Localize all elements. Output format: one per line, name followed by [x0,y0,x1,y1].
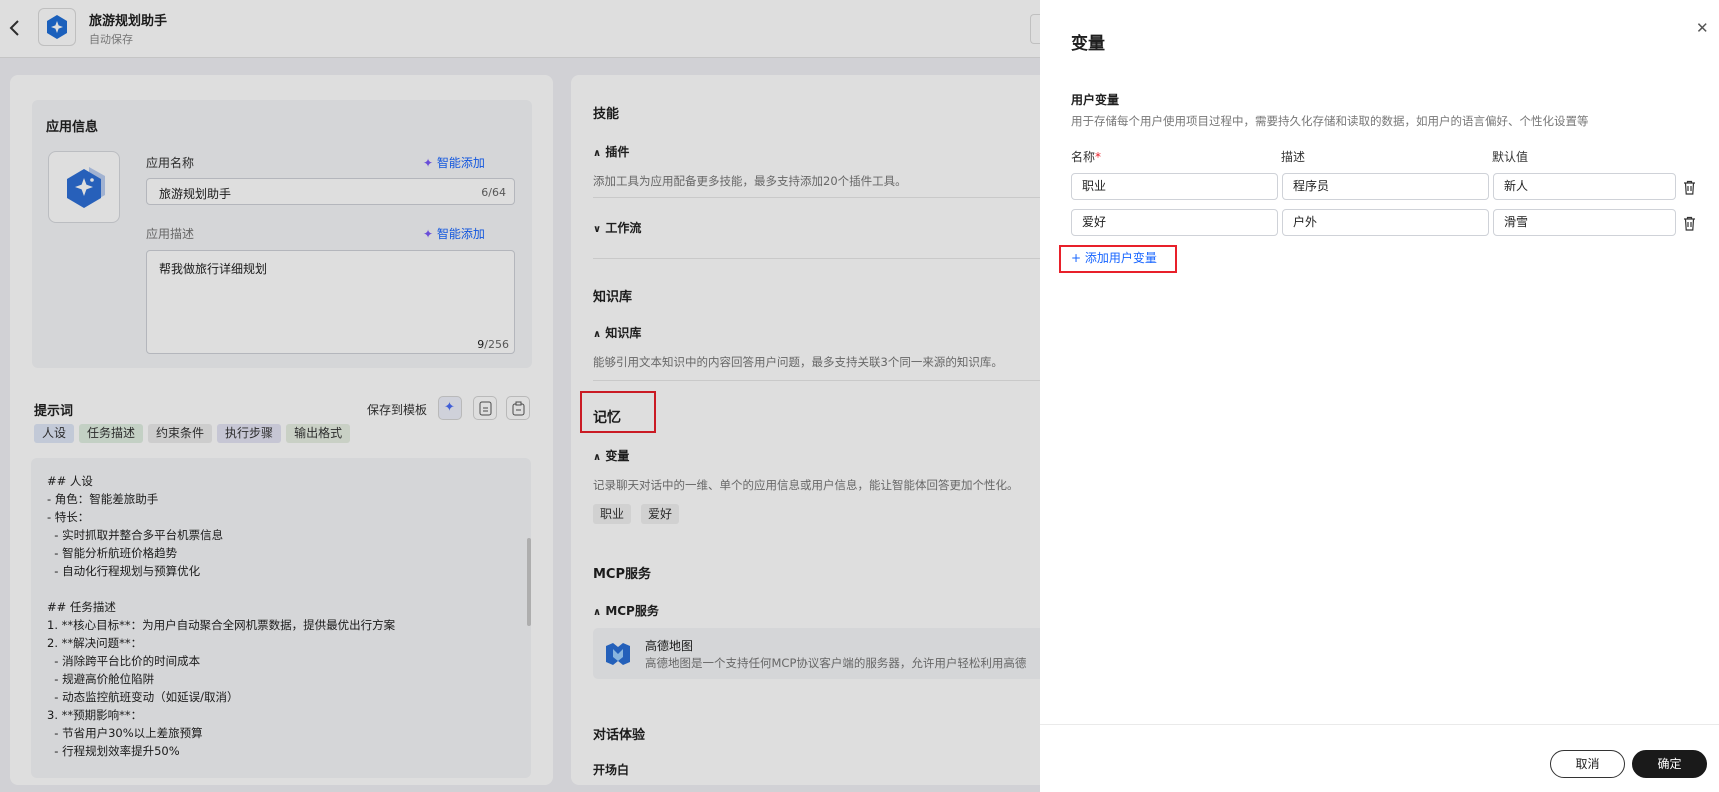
variable-desc-input[interactable]: 户外 [1282,209,1489,236]
col-name-label: 名称 [1071,150,1096,164]
column-header-default: 默认值 [1492,150,1529,164]
variable-name-input[interactable]: 职业 [1071,173,1278,200]
required-mark: * [1095,150,1102,164]
footer-divider [1040,724,1719,725]
drawer-title: 变量 [1071,34,1105,54]
variables-drawer: 变量 ✕ 用户变量 用于存储每个用户使用项目过程中，需要持久化存储和读取的数据，… [1040,0,1719,792]
cancel-button[interactable]: 取消 [1550,750,1625,778]
close-icon[interactable]: ✕ [1696,19,1709,37]
variable-default-input[interactable]: 新人 [1493,173,1676,200]
trash-icon[interactable] [1683,180,1696,195]
variable-name-input[interactable]: 爱好 [1071,209,1278,236]
confirm-button[interactable]: 确定 [1632,750,1707,778]
user-variables-desc: 用于存储每个用户使用项目过程中，需要持久化存储和读取的数据，如用户的语言偏好、个… [1071,114,1589,128]
user-variables-title: 用户变量 [1071,93,1120,107]
variable-desc-input[interactable]: 程序员 [1282,173,1489,200]
modal-overlay[interactable] [0,0,1040,792]
add-user-variable-button[interactable]: + 添加用户变量 [1071,249,1157,266]
trash-icon[interactable] [1683,216,1696,231]
variable-default-input[interactable]: 滑雪 [1493,209,1676,236]
column-header-name: 名称* [1071,148,1101,165]
column-header-desc: 描述 [1281,150,1306,164]
